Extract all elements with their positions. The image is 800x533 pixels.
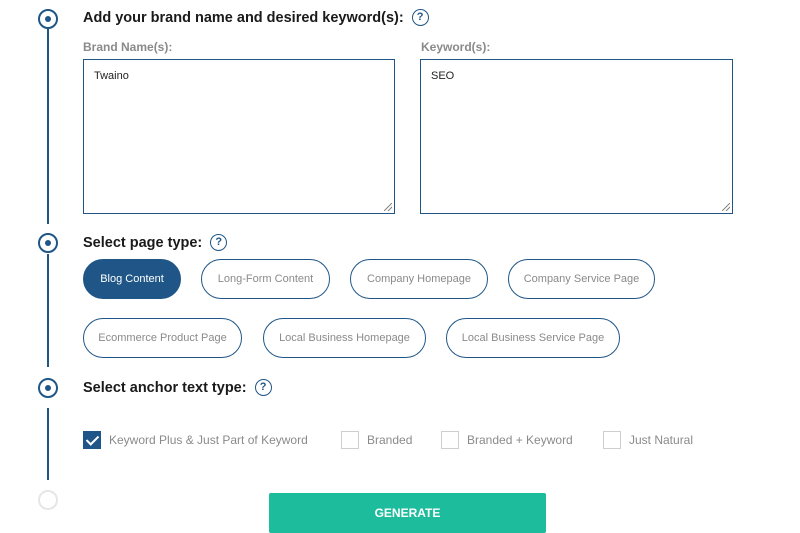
help-icon[interactable]: ? [254,379,272,396]
keyword-textarea[interactable]: SEO [420,59,733,214]
resize-grip-icon[interactable] [722,203,730,211]
checkbox-icon[interactable] [441,431,459,449]
step-2-title: Select page type: ? [83,234,228,251]
anchor-option-branded-keyword[interactable]: Branded + Keyword [441,431,573,449]
checkbox-icon[interactable] [341,431,359,449]
step-1-title-text: Add your brand name and desired keyword(… [83,9,404,26]
step-4-marker [38,490,58,510]
step-2-title-text: Select page type: [83,234,203,251]
help-icon[interactable]: ? [411,9,429,26]
anchor-option-keyword-plus[interactable]: Keyword Plus & Just Part of Keyword [83,431,308,449]
help-icon[interactable]: ? [210,234,228,251]
timeline-line [47,408,49,480]
step-3-title-text: Select anchor text type: [83,379,247,396]
step-3-marker [38,378,58,398]
page-type-company-homepage[interactable]: Company Homepage [350,259,488,299]
anchor-option-branded[interactable]: Branded [341,431,412,449]
anchor-option-label: Branded + Keyword [467,433,573,447]
anchor-option-label: Just Natural [629,433,694,447]
page-type-local-business-homepage[interactable]: Local Business Homepage [263,318,426,358]
step-3-title: Select anchor text type: ? [83,379,272,396]
anchor-option-just-natural[interactable]: Just Natural [603,431,693,449]
page-type-local-business-service-page[interactable]: Local Business Service Page [446,318,620,358]
keyword-label: Keyword(s): [421,40,491,54]
step-1-marker [38,9,58,29]
page-type-long-form-content[interactable]: Long-Form Content [201,259,330,299]
timeline-line [47,254,49,367]
keyword-value: SEO [431,70,455,82]
page-type-company-service-page[interactable]: Company Service Page [508,259,655,299]
timeline-line [47,28,49,224]
brand-name-value: Twaino [94,70,129,82]
brand-name-label: Brand Name(s): [83,40,173,54]
page-type-ecommerce-product-page[interactable]: Ecommerce Product Page [83,318,242,358]
step-1-title: Add your brand name and desired keyword(… [83,9,429,26]
generate-button[interactable]: GENERATE [269,493,546,533]
page-type-blog-content[interactable]: Blog Content [83,259,181,299]
anchor-option-label: Branded [367,433,413,447]
anchor-option-label: Keyword Plus & Just Part of Keyword [109,433,308,447]
step-2-marker [38,233,58,253]
brand-name-textarea[interactable]: Twaino [83,59,395,214]
resize-grip-icon[interactable] [384,203,392,211]
checkbox-checked-icon[interactable] [83,431,101,449]
checkbox-icon[interactable] [603,431,621,449]
